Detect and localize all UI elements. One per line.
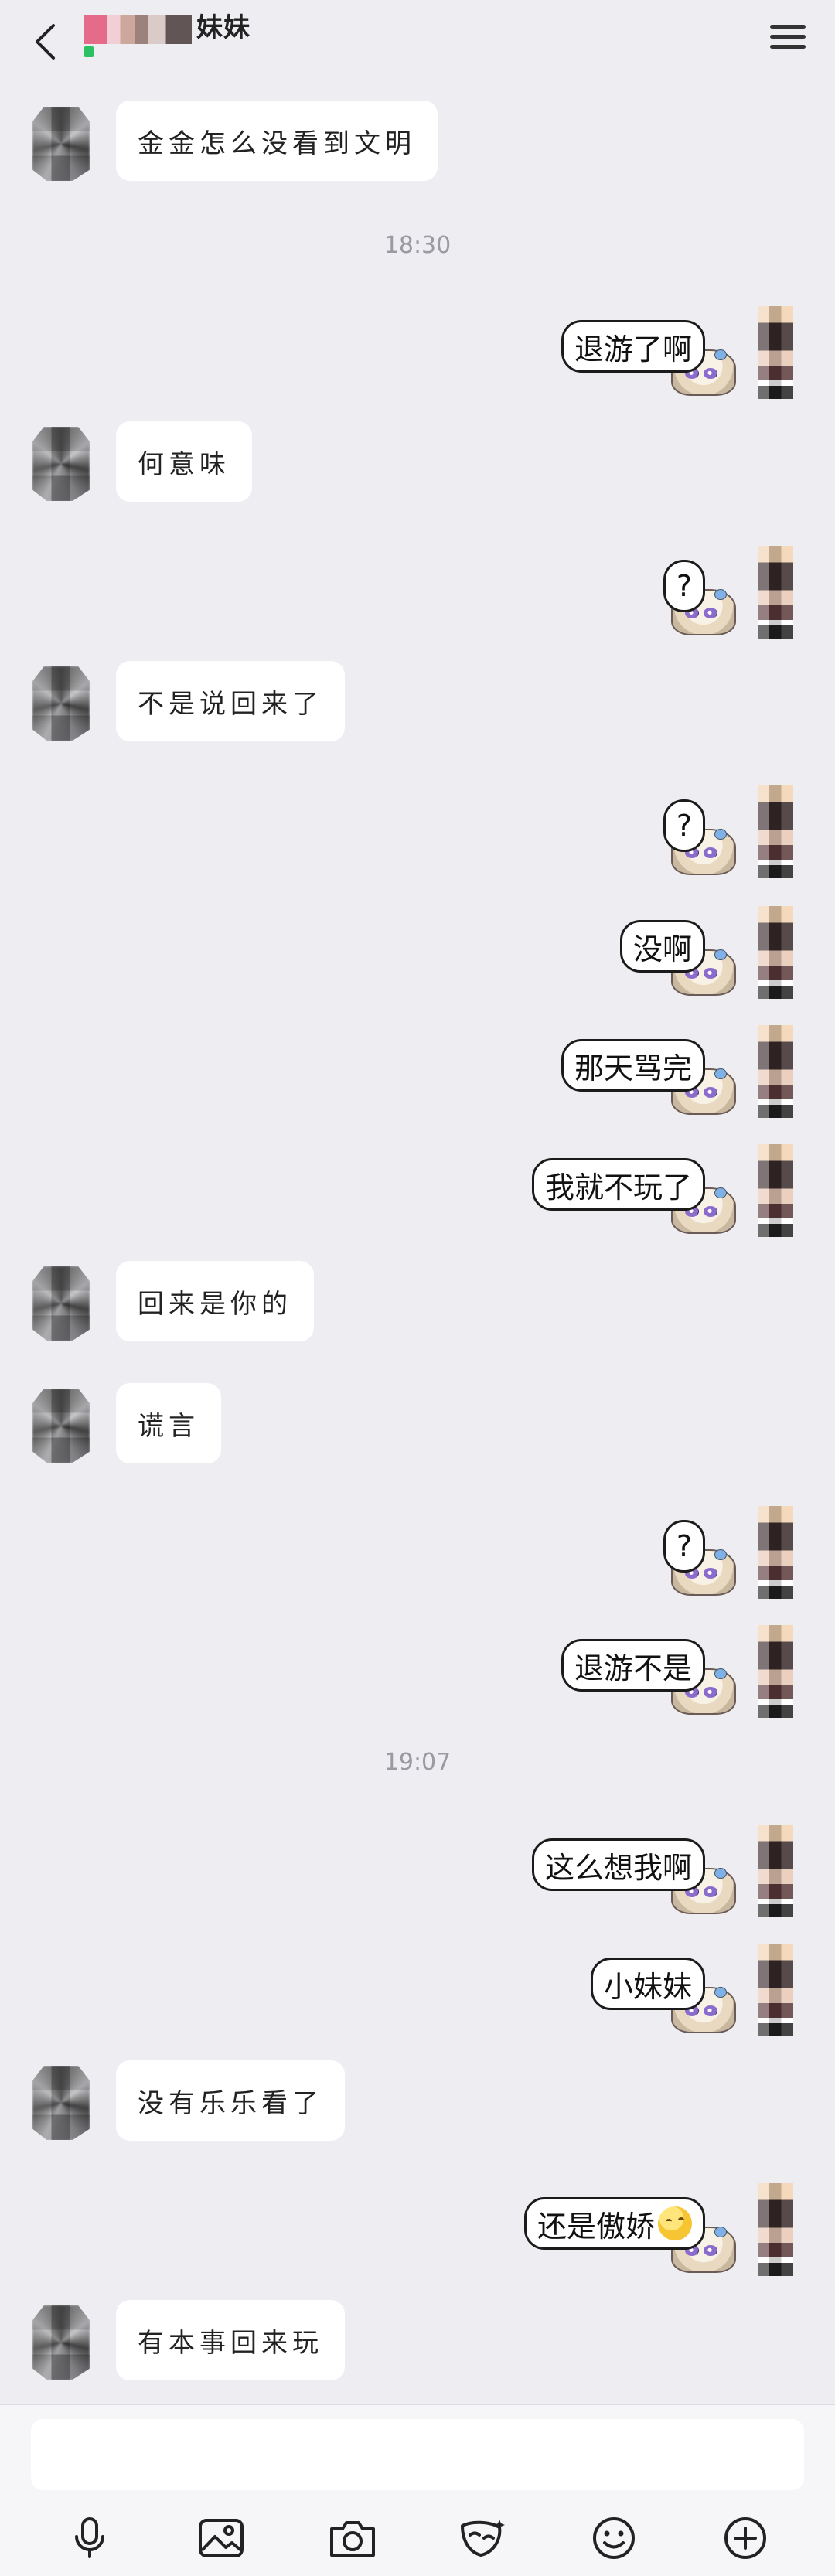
my-avatar[interactable] xyxy=(758,1625,793,1718)
my-avatar[interactable] xyxy=(758,306,793,399)
contact-avatar[interactable] xyxy=(32,2066,90,2140)
timestamp: 18:30 xyxy=(383,232,452,259)
sticker-text: 还是傲娇 xyxy=(537,2209,655,2244)
my-avatar[interactable] xyxy=(758,906,793,999)
sticker-message-right[interactable]: 这么想我啊 xyxy=(531,1838,705,1891)
mask-icon xyxy=(461,2520,505,2557)
message-bubble-left[interactable]: 谎言 xyxy=(116,1383,221,1463)
pixelated-name xyxy=(84,14,192,44)
menu-icon-line xyxy=(770,25,806,29)
message-bubble-left[interactable]: 何意味 xyxy=(116,421,252,502)
input-bar xyxy=(0,2404,835,2576)
contact-avatar[interactable] xyxy=(32,666,90,741)
contact-avatar[interactable] xyxy=(32,1389,90,1463)
microphone-icon xyxy=(75,2517,104,2558)
menu-icon-line xyxy=(770,45,806,49)
image-button[interactable] xyxy=(196,2513,246,2563)
sticker-message-right[interactable]: 还是傲娇 xyxy=(523,2197,705,2250)
sticker-message-right[interactable]: 小妹妹 xyxy=(590,1958,705,2010)
contact-avatar[interactable] xyxy=(32,2305,90,2380)
menu-button[interactable] xyxy=(770,25,806,56)
message-bubble-left[interactable]: 有本事回来玩 xyxy=(116,2300,345,2380)
my-avatar[interactable] xyxy=(758,1144,793,1237)
emoji-icon xyxy=(593,2517,635,2559)
my-avatar[interactable] xyxy=(758,546,793,639)
plus-icon xyxy=(724,2517,766,2559)
voice-button[interactable] xyxy=(65,2513,114,2563)
chat-title: 妹妹 xyxy=(84,11,250,45)
sticker-text: 那天骂完 xyxy=(574,1051,692,1085)
message-bubble-left[interactable]: 金金怎么没看到文明 xyxy=(116,101,438,181)
contact-avatar[interactable] xyxy=(32,107,90,181)
toolbar xyxy=(0,2513,835,2569)
contact-avatar[interactable] xyxy=(32,1266,90,1341)
online-dot-icon xyxy=(84,46,94,57)
message-bubble-left[interactable]: 不是说回来了 xyxy=(116,661,345,741)
timestamp: 19:07 xyxy=(383,1749,452,1776)
sticker-message-right[interactable]: ? xyxy=(663,799,705,852)
message-bubble-left[interactable]: 没有乐乐看了 xyxy=(116,2060,345,2141)
sticker-text: 退游不是 xyxy=(574,1651,692,1685)
my-avatar[interactable] xyxy=(758,2183,793,2276)
message-input[interactable] xyxy=(31,2419,804,2490)
message-bubble-left[interactable]: 回来是你的 xyxy=(116,1261,314,1341)
image-icon xyxy=(199,2519,244,2557)
my-avatar[interactable] xyxy=(758,1025,793,1118)
sticker-message-right[interactable]: ? xyxy=(663,1520,705,1573)
thinking-face-icon xyxy=(658,2206,692,2240)
more-button[interactable] xyxy=(721,2513,770,2563)
sticker-message-right[interactable]: ? xyxy=(663,560,705,612)
emoji-button[interactable] xyxy=(589,2513,639,2563)
my-avatar[interactable] xyxy=(758,1825,793,1917)
sticker-text: 这么想我啊 xyxy=(544,1850,692,1885)
back-button[interactable] xyxy=(23,17,66,66)
sticker-message-right[interactable]: 没啊 xyxy=(619,920,705,973)
chat-header: 妹妹 xyxy=(0,0,835,93)
sticker-text: 小妹妹 xyxy=(603,1969,692,2004)
sticker-message-right[interactable]: 退游不是 xyxy=(561,1639,705,1692)
sticker-message-right[interactable]: 那天骂完 xyxy=(561,1039,705,1092)
sticker-text: 我就不玩了 xyxy=(544,1170,692,1205)
sticker-text: ? xyxy=(676,569,692,603)
camera-button[interactable] xyxy=(328,2513,377,2563)
online-status xyxy=(84,46,250,57)
my-avatar[interactable] xyxy=(758,785,793,878)
my-avatar[interactable] xyxy=(758,1506,793,1599)
camera-icon xyxy=(330,2521,375,2557)
sticker-text: ? xyxy=(676,1529,692,1563)
my-avatar[interactable] xyxy=(758,1944,793,2036)
sticker-text: 退游了啊 xyxy=(574,332,692,366)
sticker-message-right[interactable]: 我就不玩了 xyxy=(531,1158,705,1211)
contact-avatar[interactable] xyxy=(32,427,90,501)
chat-title-area[interactable]: 妹妹 xyxy=(84,11,250,73)
sticker-text: 没啊 xyxy=(632,932,692,966)
menu-icon-line xyxy=(770,35,806,39)
sticker-message-right[interactable]: 退游了啊 xyxy=(561,320,705,373)
back-arrow-icon xyxy=(36,24,55,60)
sticker-text: ? xyxy=(676,809,692,843)
mask-button[interactable] xyxy=(458,2513,507,2563)
